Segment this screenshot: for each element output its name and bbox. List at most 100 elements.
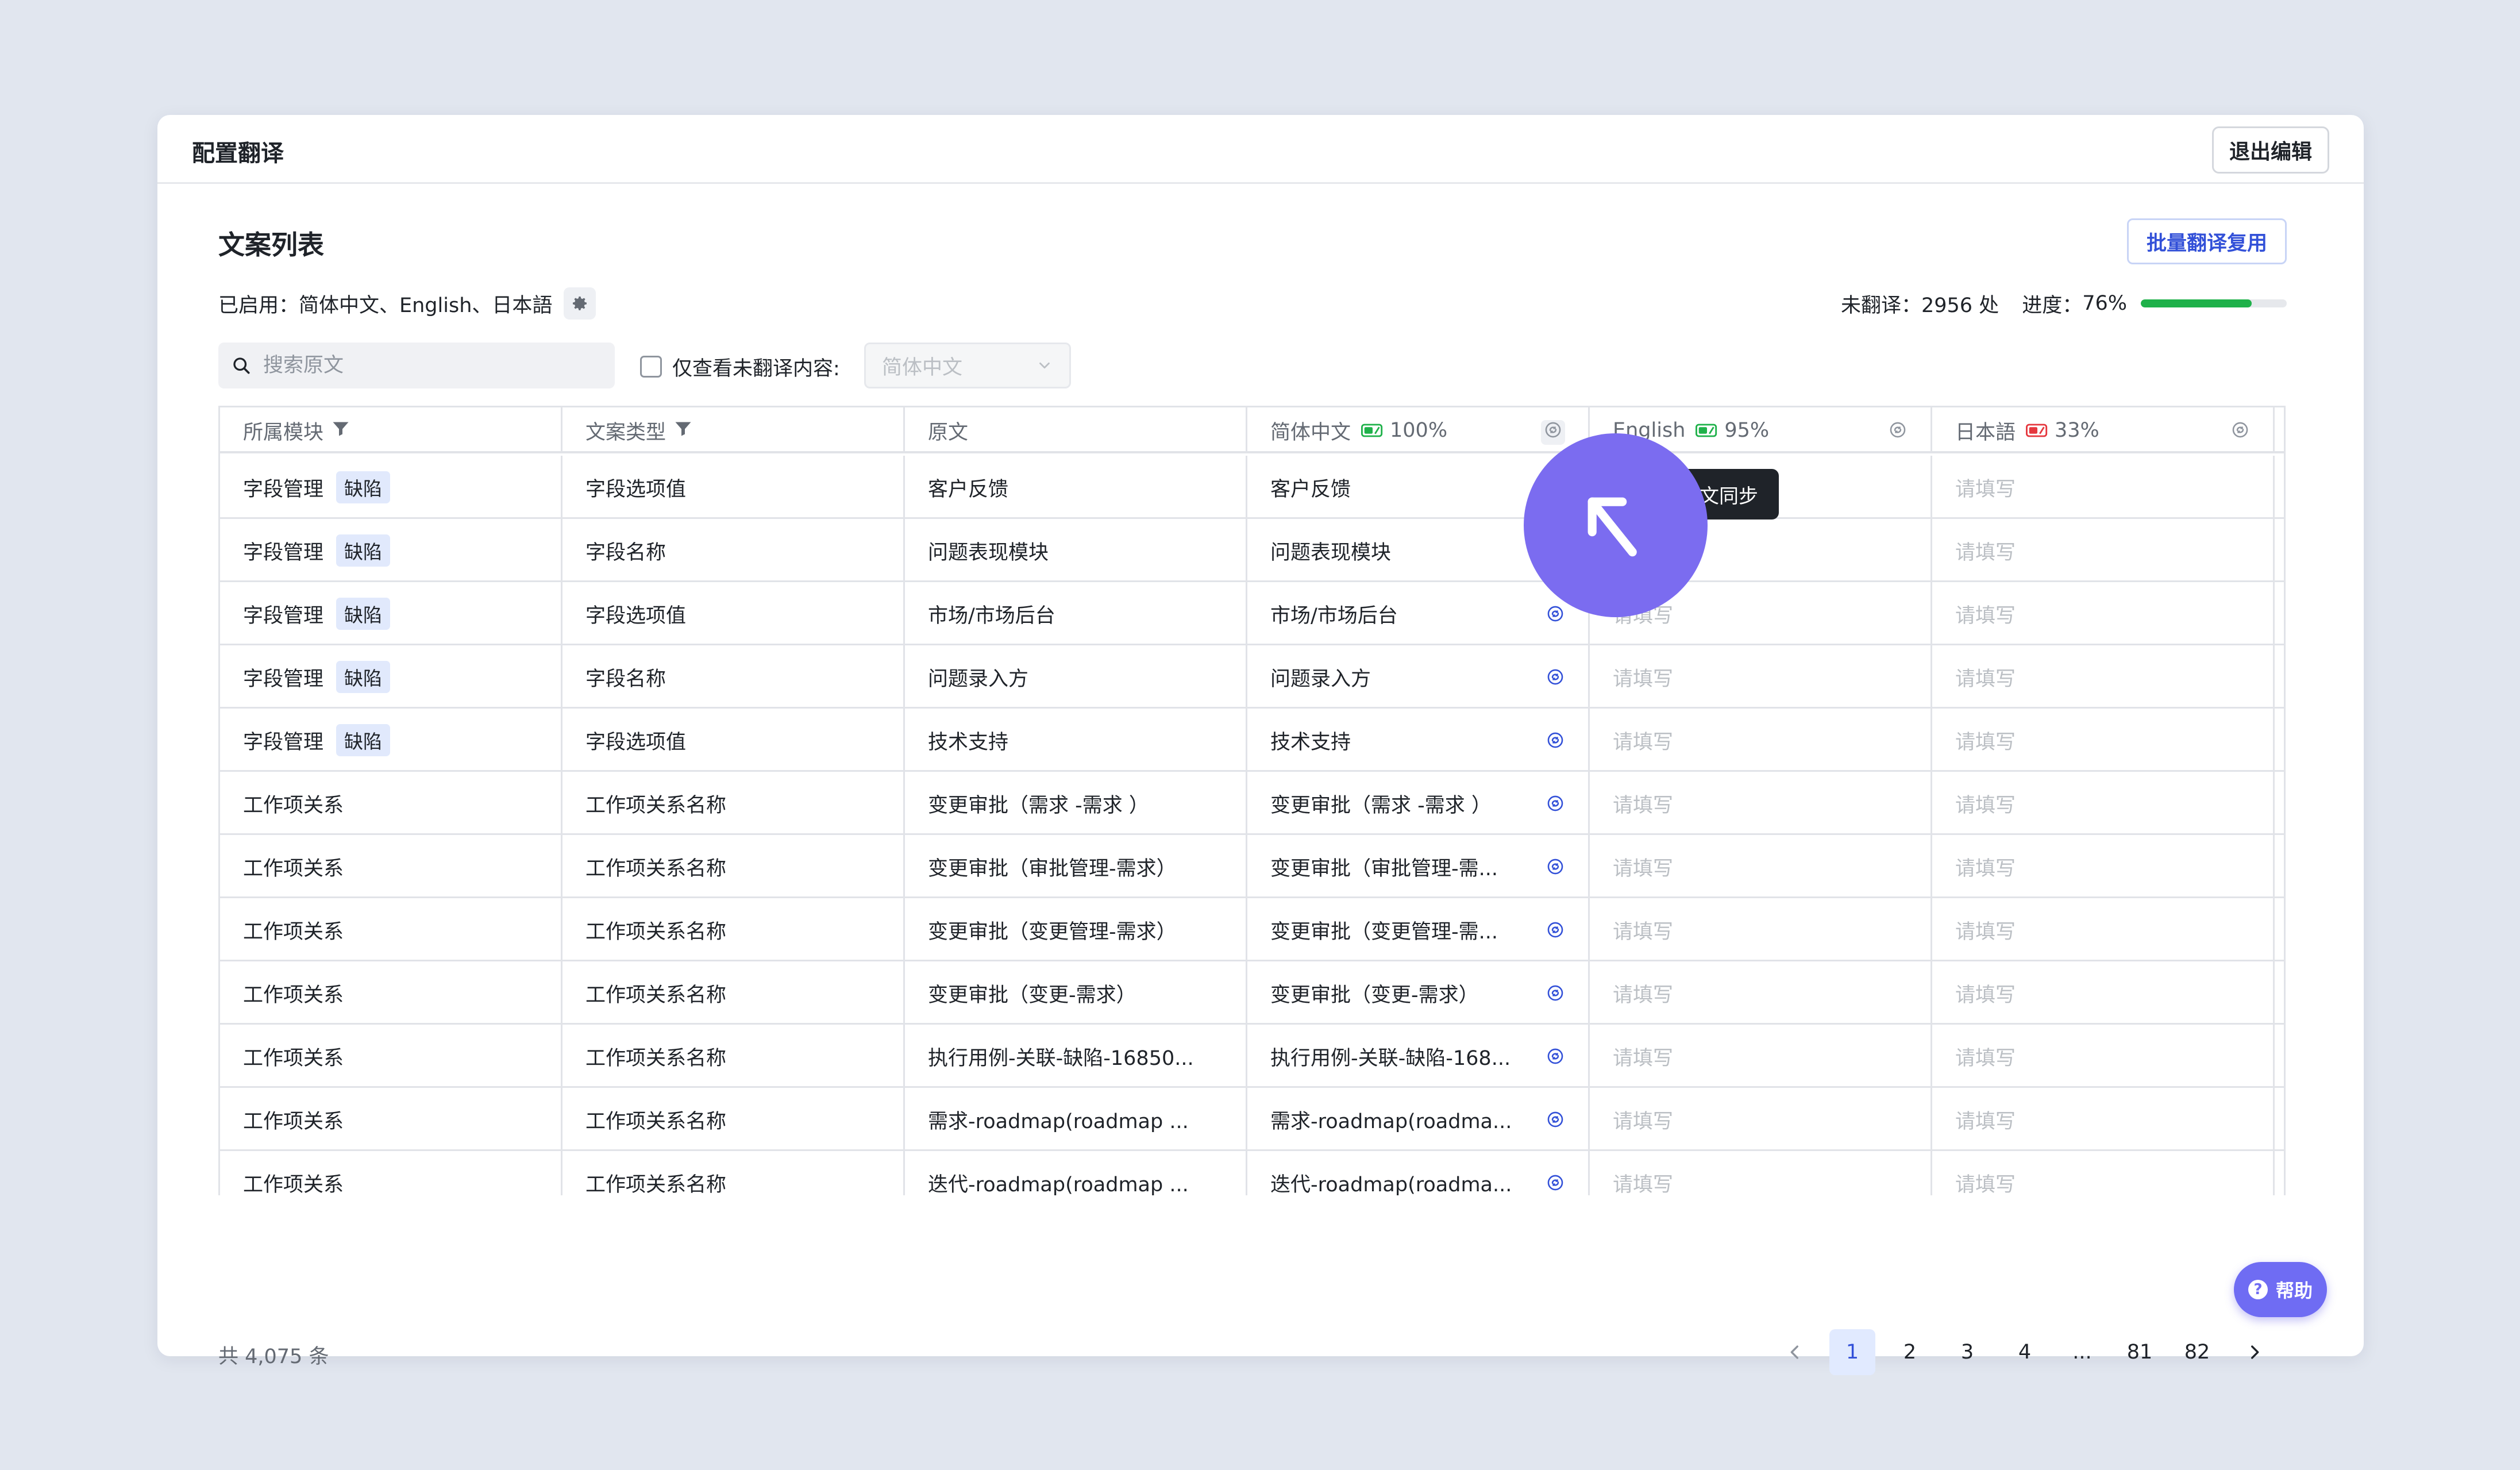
cell-ja[interactable]: 请填写: [1932, 1151, 2275, 1195]
batch-translate-reuse-button[interactable]: 批量翻译复用: [2127, 218, 2287, 264]
exit-edit-button[interactable]: 退出编辑: [2212, 126, 2329, 174]
table-row: 字段管理 缺陷 字段选项值 技术支持 技术支持 请填写 请填写: [220, 709, 2284, 772]
completion-icon: [1696, 423, 1718, 438]
cell-ja[interactable]: 请填写: [1932, 1025, 2275, 1088]
only-untranslated-checkbox[interactable]: [640, 356, 662, 378]
next-page-button[interactable]: [2232, 1329, 2278, 1375]
cell-ja[interactable]: 请填写: [1932, 835, 2275, 898]
completion-badge: 100%: [1361, 419, 1447, 442]
column-header-1[interactable]: 文案类型: [562, 407, 905, 453]
language-settings-button[interactable]: [564, 287, 596, 320]
cell-zh[interactable]: 技术支持: [1247, 709, 1590, 772]
cell-source: 变更审批（审批管理-需求）: [905, 835, 1247, 898]
cell-zh[interactable]: 变更审批（变更-需求）: [1247, 961, 1590, 1025]
cell-ja[interactable]: 请填写: [1932, 709, 2275, 772]
cell-en[interactable]: 请填写: [1590, 709, 1932, 772]
column-header-0[interactable]: 所属模块: [220, 407, 562, 453]
sync-icon[interactable]: [1546, 1173, 1565, 1195]
cell-ja[interactable]: 请填写: [1932, 456, 2275, 519]
page-button[interactable]: 1: [1829, 1329, 1875, 1375]
cell-zh[interactable]: 执行用例-关联-缺陷-168...: [1247, 1025, 1590, 1088]
cell-text: 工作项关系名称: [585, 857, 727, 880]
cell-ja[interactable]: 请填写: [1932, 1088, 2275, 1151]
sync-icon[interactable]: [1546, 667, 1565, 692]
sync-icon[interactable]: [1546, 730, 1565, 755]
cell-ja[interactable]: 请填写: [1932, 898, 2275, 961]
filter-icon[interactable]: [673, 418, 693, 444]
cell-en[interactable]: 请填写: [1590, 1025, 1932, 1088]
column-header-5: 日本語 33%: [1932, 407, 2275, 453]
cell-text: 需求-roadmap(roadma...: [1270, 1110, 1512, 1133]
cell-module: 工作项关系: [220, 1088, 562, 1151]
cell-placeholder: 请填写: [1955, 667, 2016, 691]
prev-page-button[interactable]: [1772, 1329, 1818, 1375]
page-button[interactable]: 81: [2117, 1329, 2163, 1375]
cell-en[interactable]: 请填写: [1590, 1151, 1932, 1195]
column-label: 文案类型: [585, 421, 666, 444]
only-untranslated-label: 仅查看未翻译内容:: [672, 357, 840, 380]
cell-zh[interactable]: 需求-roadmap(roadma...: [1247, 1088, 1590, 1151]
cell-zh[interactable]: 迭代-roadmap(roadma...: [1247, 1151, 1590, 1195]
search-input[interactable]: [263, 354, 585, 377]
cell-module: 工作项关系: [220, 961, 562, 1025]
cell-zh[interactable]: 变更审批（变更管理-需...: [1247, 898, 1590, 961]
only-untranslated-filter[interactable]: 仅查看未翻译内容:: [640, 351, 840, 383]
cell-text: 迭代-roadmap(roadma...: [1270, 1173, 1512, 1196]
page-button[interactable]: 2: [1887, 1329, 1933, 1375]
sync-icon[interactable]: [1541, 420, 1565, 445]
cell-ja[interactable]: 请填写: [1932, 582, 2275, 645]
help-button[interactable]: ? 帮助: [2234, 1262, 2327, 1317]
cell-type: 工作项关系名称: [562, 898, 905, 961]
cell-text: 工作项关系: [243, 1173, 344, 1196]
cell-ja[interactable]: 请填写: [1932, 519, 2275, 582]
sync-icon[interactable]: [1546, 794, 1565, 818]
list-title: 文案列表: [218, 229, 324, 260]
sync-icon[interactable]: [2230, 420, 2250, 445]
chevron-down-icon: [1039, 362, 1050, 369]
cell-placeholder: 请填写: [1955, 920, 2016, 944]
cell-text: 工作项关系名称: [585, 794, 727, 817]
cell-type: 工作项关系名称: [562, 1151, 905, 1195]
sync-icon[interactable]: [1546, 1110, 1565, 1134]
cell-zh[interactable]: 问题录入方: [1247, 645, 1590, 709]
cell-en[interactable]: 请填写: [1590, 645, 1932, 709]
cell-placeholder: 请填写: [1955, 1173, 2016, 1196]
table-row: 工作项关系 工作项关系名称 执行用例-关联-缺陷-16850... 执行用例-关联-缺…: [220, 1025, 2284, 1088]
cell-en[interactable]: 请填写: [1590, 898, 1932, 961]
sync-icon[interactable]: [1546, 604, 1565, 629]
language-select[interactable]: 简体中文: [864, 343, 1071, 388]
help-label: 帮助: [2275, 1280, 2313, 1302]
cell-ja[interactable]: 请填写: [1932, 961, 2275, 1025]
page-button[interactable]: 4: [2002, 1329, 2048, 1375]
cell-zh[interactable]: 市场/市场后台: [1247, 582, 1590, 645]
progress-value: 76%: [2082, 292, 2127, 315]
page-button[interactable]: 82: [2174, 1329, 2220, 1375]
sync-icon[interactable]: [1546, 857, 1565, 882]
cell-text: 变更审批（需求 -需求 ）: [1270, 794, 1492, 817]
filter-icon[interactable]: [330, 418, 351, 444]
page-button[interactable]: 3: [1944, 1329, 1990, 1375]
cell-zh[interactable]: 变更审批（审批管理-需...: [1247, 835, 1590, 898]
sync-icon[interactable]: [1546, 920, 1565, 945]
cell-module: 工作项关系: [220, 835, 562, 898]
cell-source: 问题录入方: [905, 645, 1247, 709]
cell-placeholder: 请填写: [1955, 478, 2016, 501]
pagination: 1 2 3 4... 81 82: [1760, 1327, 2278, 1377]
cell-placeholder: 请填写: [1955, 1046, 2016, 1070]
cell-text: 问题录入方: [1270, 667, 1371, 691]
cell-en[interactable]: 请填写: [1590, 835, 1932, 898]
column-header-2: 原文: [905, 407, 1247, 453]
sync-icon[interactable]: [1546, 1046, 1565, 1071]
cell-ja[interactable]: 请填写: [1932, 772, 2275, 835]
sync-icon[interactable]: [1888, 420, 1908, 445]
cell-en[interactable]: 请填写: [1590, 961, 1932, 1025]
cell-zh[interactable]: 变更审批（需求 -需求 ）: [1247, 772, 1590, 835]
cell-ja[interactable]: 请填写: [1932, 645, 2275, 709]
search-box[interactable]: [218, 343, 615, 388]
cell-en[interactable]: 请填写: [1590, 1088, 1932, 1151]
table-row: 工作项关系 工作项关系名称 迭代-roadmap(roadmap ... 迭代-roa…: [220, 1151, 2284, 1195]
cell-en[interactable]: 请填写: [1590, 772, 1932, 835]
cell-source: 变更审批（需求 -需求 ）: [905, 772, 1247, 835]
cell-text: 工作项关系名称: [585, 1173, 727, 1196]
sync-icon[interactable]: [1546, 983, 1565, 1008]
